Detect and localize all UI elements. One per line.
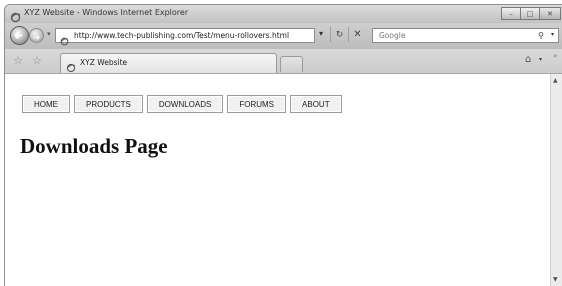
window-controls: – □ ✕: [501, 7, 561, 20]
menu-home-button[interactable]: HOME: [22, 95, 70, 113]
close-icon: ✕: [547, 9, 553, 18]
add-favorites-icon[interactable]: ☆: [32, 54, 42, 67]
scroll-up-icon[interactable]: ▲: [553, 77, 558, 84]
ie-logo-icon: [10, 8, 21, 23]
search-input[interactable]: [379, 30, 519, 41]
stop-icon: ✕: [353, 29, 362, 40]
vertical-scrollbar[interactable]: ▲ ▼: [550, 74, 562, 286]
menu-products-button[interactable]: PRODUCTS: [74, 95, 143, 113]
close-button[interactable]: ✕: [539, 7, 561, 20]
favorites-star-icon[interactable]: ☆: [13, 54, 23, 67]
tab-bar: ☆ ☆ XYZ Website ⌂ ▾ »: [5, 49, 562, 74]
new-tab-button[interactable]: [280, 56, 303, 72]
address-bar[interactable]: [55, 28, 315, 46]
search-icon[interactable]: ⚲: [538, 31, 544, 40]
history-dropdown-icon[interactable]: ▾: [47, 30, 51, 38]
maximize-icon: □: [526, 9, 534, 18]
back-button[interactable]: [10, 26, 29, 45]
refresh-button[interactable]: ↻: [330, 27, 348, 42]
menu-about-button[interactable]: ABOUT: [290, 95, 342, 113]
browser-window: XYZ Website - Windows Internet Explorer …: [4, 4, 562, 286]
scroll-down-icon[interactable]: ▼: [553, 276, 558, 283]
maximize-button[interactable]: □: [520, 7, 540, 20]
page-title: Downloads Page: [20, 134, 168, 158]
minimize-icon: –: [509, 9, 513, 18]
page-icon: [60, 31, 69, 46]
tab-label: XYZ Website: [80, 58, 128, 67]
title-bar: XYZ Website - Windows Internet Explorer …: [5, 5, 562, 23]
refresh-icon: ↻: [335, 29, 344, 40]
home-icon[interactable]: ⌂: [525, 54, 531, 65]
search-box[interactable]: ⚲ ▾: [372, 28, 559, 43]
forward-button[interactable]: [29, 28, 44, 43]
menu-forums-button[interactable]: FORUMS: [227, 95, 287, 113]
address-input[interactable]: [74, 30, 312, 41]
more-tools-chevron-icon[interactable]: »: [553, 52, 557, 60]
home-dropdown-icon[interactable]: ▾: [539, 56, 542, 63]
search-dropdown-icon[interactable]: ▾: [551, 31, 554, 38]
site-menu: HOME PRODUCTS DOWNLOADS FORUMS ABOUT: [22, 95, 346, 113]
navigation-bar: ▾ ▾ ↻ ✕ ⚲ ▾: [5, 23, 562, 49]
back-arrow-icon: [14, 31, 22, 40]
stop-button[interactable]: ✕: [348, 27, 366, 42]
forward-arrow-icon: [33, 35, 40, 40]
tab-page-icon: [66, 58, 76, 73]
address-dropdown-icon[interactable]: ▾: [319, 29, 323, 38]
tab-xyz-website[interactable]: XYZ Website: [60, 53, 277, 73]
page-content: HOME PRODUCTS DOWNLOADS FORUMS ABOUT Dow…: [5, 74, 550, 286]
minimize-button[interactable]: –: [501, 7, 521, 20]
menu-downloads-button[interactable]: DOWNLOADS: [146, 95, 224, 113]
window-title: XYZ Website - Windows Internet Explorer: [24, 8, 189, 17]
